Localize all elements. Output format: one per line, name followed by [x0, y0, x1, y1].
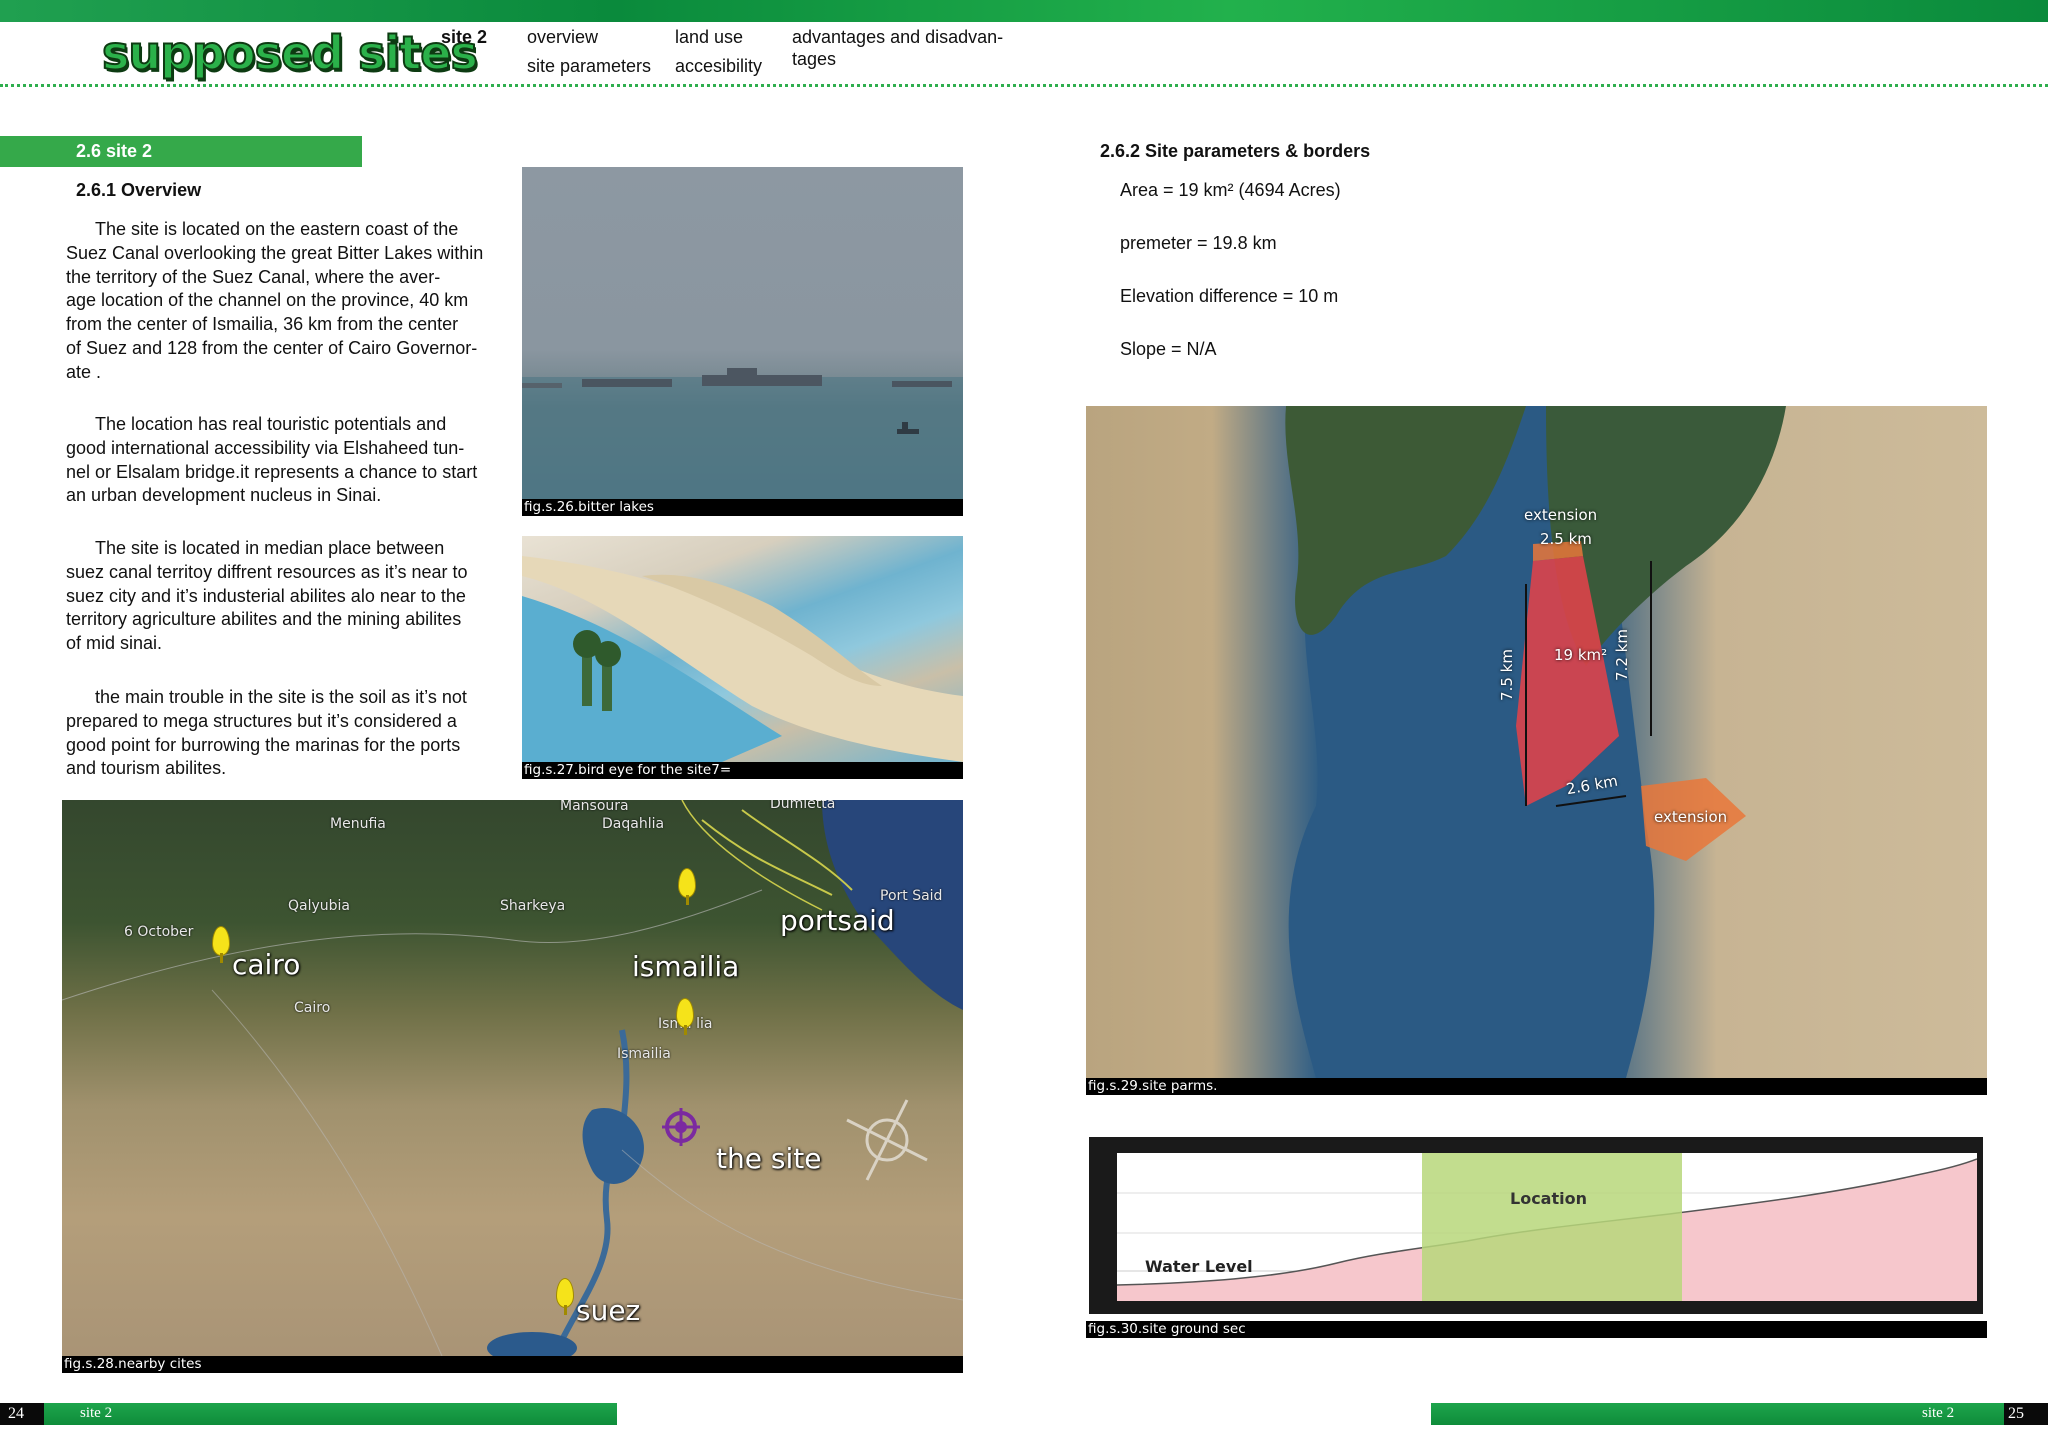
footer-label-left: site 2 [80, 1405, 113, 1421]
text-line: The location has real touristic potentia… [95, 414, 447, 434]
text-line: The site is located on the eastern coast… [95, 219, 459, 239]
caption-nearby-cities: fig.s.28.nearby cites [62, 1356, 963, 1373]
map-pin-icon [556, 1278, 574, 1315]
text-line: good point for burrowing the marinas for… [66, 734, 461, 755]
nav-advantages-line1: advantages and disadvan- [792, 27, 1004, 47]
map-label-sharkeya: Sharkeya [500, 898, 566, 914]
nav-advantages-line2: tages [792, 49, 837, 69]
profile-label-location: Location [1510, 1189, 1587, 1208]
text-line: of Suez and 128 from the center of Cairo… [66, 337, 478, 358]
text-line: ate . [66, 361, 102, 382]
param-elevation: Elevation difference = 10 m [1120, 286, 1339, 306]
map-label-menufia: Menufia [330, 816, 386, 832]
map-label-cairo-small: Cairo [294, 1000, 331, 1016]
map-label-qalyubia: Qalyubia [288, 898, 351, 914]
bitter-lakes-photo [522, 167, 963, 499]
ground-profile-illustration [1116, 1153, 1978, 1301]
param-slope: Slope = N/A [1120, 339, 1217, 359]
map-label-ismailia-small: Ismailia [617, 1046, 671, 1062]
bird-eye-illustration [522, 556, 963, 762]
section-title: 2.6 site 2 [76, 141, 153, 161]
map-label-cairo: cairo [232, 948, 301, 981]
text-line: an urban development nucleus in Sinai. [66, 485, 382, 506]
param-area: Area = 19 km² (4694 Acres) [1120, 180, 1341, 200]
map-pin-icon [678, 868, 696, 905]
text-line: age location of the channel on the provi… [66, 290, 469, 311]
map-pin-icon [212, 926, 230, 963]
site-label-left-dim: 7.5 km [1497, 649, 1516, 701]
site-label-area: 19 km² [1554, 646, 1608, 664]
nav-overview[interactable]: overview [527, 26, 598, 48]
text-line: nel or Elsalam bridge.it represents a ch… [66, 461, 478, 482]
text-line: good international accessibility via Els… [66, 437, 465, 458]
text-line: suez canal territoy diffrent resources a… [66, 561, 468, 582]
param-perimeter: premeter = 19.8 km [1120, 233, 1277, 253]
map-label-ismailia: ismailia [632, 950, 740, 983]
text-line: The site is located in median place betw… [95, 538, 445, 558]
text-line: from the center of Ismailia, 36 km from … [66, 314, 459, 335]
map-label-mansoura: Mansoura [560, 800, 629, 814]
site-label-top-dim: 2.5 km [1540, 530, 1592, 548]
text-line: the territory of the Suez Canal, where t… [66, 266, 441, 287]
nav-current-site[interactable]: site 2 [441, 26, 487, 48]
section-bar [0, 136, 362, 167]
header-divider [0, 84, 2048, 87]
overview-paragraph-3: The site is located in median place betw… [66, 537, 502, 656]
overview-paragraph-2: The location has real touristic potentia… [66, 413, 502, 508]
ground-profile-chart: Location Water Level [1116, 1153, 1978, 1301]
map-label-6-october: 6 October [124, 924, 194, 940]
nav-site-parameters[interactable]: site parameters [527, 55, 651, 77]
map-label-daqahlia: Daqahlia [602, 816, 665, 832]
site-label-extension-top: extension [1524, 506, 1598, 524]
text-line: and tourism abilites. [66, 758, 227, 779]
header-band [0, 0, 2048, 22]
map-label-port-said-small: Port Said [880, 888, 943, 904]
page-number-right: 25 [2004, 1403, 2048, 1425]
caption-ground-section: fig.s.30.site ground sec [1086, 1321, 1987, 1338]
bitter-lakes-illustration [522, 368, 963, 499]
site-label-extension-right: extension [1654, 808, 1728, 826]
footer-label-right: site 2 [1922, 1405, 1955, 1421]
map-label-the-site: the site [716, 1142, 822, 1175]
nearby-cities-map: Menufia Qalyubia Sharkeya 6 October Cair… [62, 800, 963, 1356]
page-number-left: 24 [0, 1403, 44, 1425]
profile-label-water-level: Water Level [1145, 1257, 1253, 1276]
caption-bitter-lakes: fig.s.26.bitter lakes [522, 499, 963, 516]
map-label-portsaid: portsaid [780, 904, 895, 937]
site-satellite-image: extension 2.5 km 7.5 km 19 km² 7.2 km 2.… [1086, 406, 1987, 1078]
site-label-right-dim: 7.2 km [1612, 629, 1631, 681]
caption-site-parms: fig.s.29.site parms. [1086, 1078, 1987, 1095]
nav-land-use[interactable]: land use [675, 26, 743, 48]
params-heading: 2.6.2 Site parameters & borders [1100, 141, 1371, 161]
map-terrain [62, 800, 963, 1356]
nav-accesibility[interactable]: accesibility [675, 55, 762, 77]
map-label-damietta: Dumietta [770, 800, 836, 812]
overview-paragraph-4: the main trouble in the site is the soil… [66, 686, 502, 781]
map-pin-icon [676, 998, 694, 1035]
footer-bar-right [1431, 1403, 2048, 1425]
text-line: suez city and it’s industerial abilites … [66, 585, 466, 606]
text-line: of mid sinai. [66, 633, 163, 654]
text-line: the main trouble in the site is the soil… [95, 687, 467, 707]
map-label-suez: suez [576, 1294, 641, 1327]
text-line: Suez Canal overlooking the great Bitter … [66, 242, 484, 263]
text-line: territory agriculture abilites and the m… [66, 609, 462, 630]
nav-advantages[interactable]: advantages and disadvan- tages [792, 26, 1003, 70]
overview-paragraph-1: The site is located on the eastern coast… [66, 218, 502, 385]
overview-heading: 2.6.1 Overview [76, 180, 202, 200]
caption-bird-eye: fig.s.27.bird eye for the site7= [522, 762, 963, 779]
text-line: prepared to mega structures but it’s con… [66, 710, 457, 731]
bird-eye-photo [522, 536, 963, 762]
brand-title: supposed sites [101, 25, 479, 81]
